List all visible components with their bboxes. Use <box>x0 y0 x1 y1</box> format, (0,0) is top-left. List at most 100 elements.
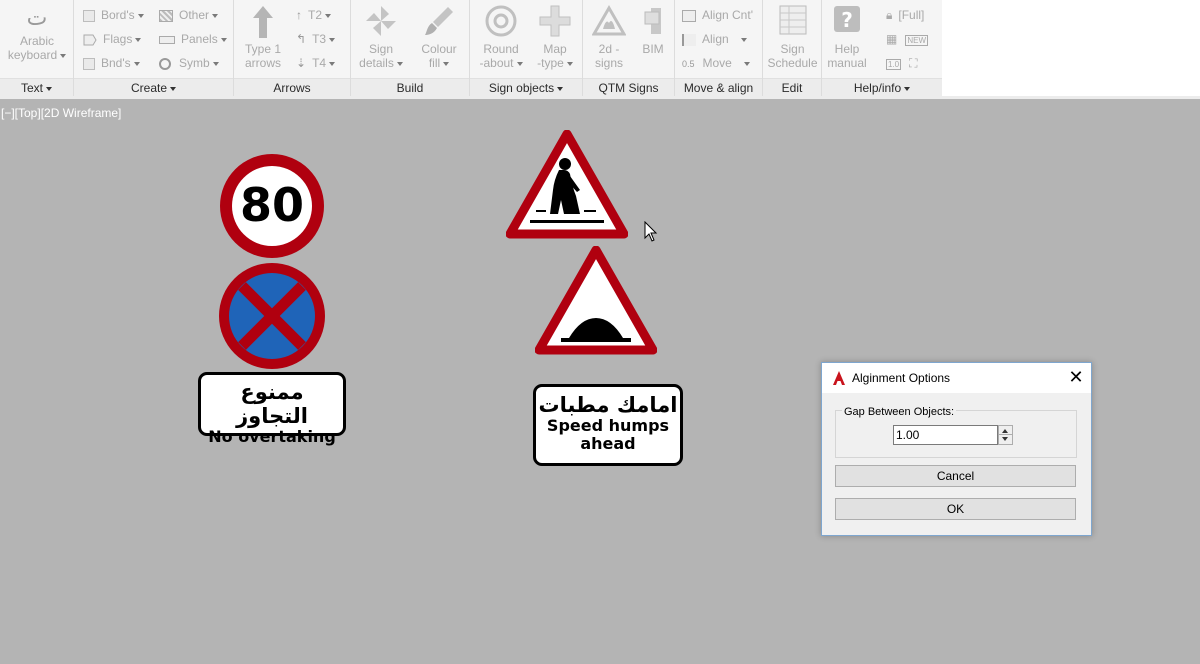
t3-arrow-icon: ↰ <box>296 32 307 46</box>
t3-button[interactable]: ↰ T3 <box>296 32 336 46</box>
bim-icon <box>635 4 671 42</box>
close-icon[interactable]: ✕ <box>1065 367 1087 389</box>
panel-title-arrows: Arrows <box>234 78 350 96</box>
bim-button[interactable]: BIM <box>635 4 671 56</box>
arabic-keyboard-icon: ت <box>26 6 48 31</box>
move-icon: 0.5 <box>682 59 695 69</box>
panel-move-align: Align Cnt' Align 0.5 Move Move & align <box>675 0 763 96</box>
panel-title-build: Build <box>351 78 469 96</box>
speed-humps-plate[interactable]: امامك مطبات Speed humps ahead <box>533 384 683 466</box>
help-icon: ? <box>826 4 868 42</box>
help-manual-label-1: Help <box>834 42 860 56</box>
cancel-button[interactable]: Cancel <box>835 465 1076 487</box>
schedule-table-icon <box>765 4 820 42</box>
gap-spinner[interactable] <box>998 425 1013 445</box>
pinwheel-icon <box>357 4 405 42</box>
viewport-controls-label[interactable]: [−][Top][2D Wireframe] <box>1 106 121 120</box>
dialog-title: Alginment Options <box>852 371 951 385</box>
panel-title-move-align: Move & align <box>675 78 762 96</box>
pedestrian-crossing-sign[interactable] <box>505 129 629 240</box>
no-stopping-graphic <box>219 263 325 369</box>
roundabout-button[interactable]: Round -about <box>476 4 526 70</box>
bnds-button[interactable]: Bnd's <box>83 56 140 70</box>
align-center-icon <box>682 9 696 22</box>
colour-fill-label-1: Colour <box>421 42 457 56</box>
panel-create: Bord's Flags Bnd's Other Panels Symb Cre… <box>74 0 234 96</box>
scale-icon: 1.0 <box>886 59 902 70</box>
speed-humps-english-line2: ahead <box>580 434 636 453</box>
colour-fill-button[interactable]: Colour fill <box>413 4 465 70</box>
bim-label: BIM <box>642 42 664 56</box>
chevron-up-icon <box>1002 429 1008 433</box>
panel-sign-objects: Round -about Map -type Sign objects <box>470 0 583 96</box>
speed-limit-sign[interactable]: 80 <box>218 152 326 260</box>
alignment-options-dialog: A Alginment Options ✕ Gap Between Object… <box>821 362 1092 536</box>
panels-icon <box>159 35 175 44</box>
paintbrush-icon <box>413 4 465 42</box>
speed-humps-graphic <box>534 245 658 355</box>
bords-button[interactable]: Bord's <box>83 8 144 22</box>
move-button[interactable]: 0.5 Move <box>682 56 750 71</box>
bords-icon <box>83 9 95 22</box>
no-stopping-sign[interactable] <box>218 262 326 370</box>
spinner-up-button[interactable] <box>999 426 1012 435</box>
align-button[interactable]: Align <box>682 32 747 46</box>
pedestrian-crossing-graphic <box>505 129 629 239</box>
map-type-button[interactable]: Map -type <box>532 4 578 70</box>
t2-button[interactable]: ↑ T2 <box>296 8 332 22</box>
map-type-icon <box>532 4 578 42</box>
mouse-cursor-icon <box>644 220 658 248</box>
ok-button[interactable]: OK <box>835 498 1076 520</box>
speed-humps-sign[interactable] <box>534 245 658 356</box>
sign-schedule-label-2: Schedule <box>767 56 818 70</box>
bnds-icon <box>83 57 95 70</box>
panel-qtm-signs: 2d - signs BIM QTM Signs <box>583 0 675 96</box>
other-button[interactable]: Other <box>159 8 219 22</box>
panels-button[interactable]: Panels <box>159 32 227 46</box>
type1-label-1: Type 1 <box>244 42 282 56</box>
panel-title-sign-objects[interactable]: Sign objects <box>470 78 582 96</box>
t4-arrow-icon: ⇣ <box>296 56 307 70</box>
panel-title-edit: Edit <box>763 78 821 96</box>
arabic-keyboard-label-2: keyboard <box>6 48 68 62</box>
panel-title-text[interactable]: Text <box>0 78 73 96</box>
panel-title-help-info[interactable]: Help/info <box>822 78 942 96</box>
t2-arrow-icon: ↑ <box>296 8 302 22</box>
arabic-keyboard-button[interactable]: ت Arabic keyboard <box>6 4 68 62</box>
speed-humps-english-line1: Speed humps <box>546 416 670 435</box>
panel-text: ت Arabic keyboard Text <box>0 0 74 96</box>
full-button[interactable]: 🔒︎ [Full] <box>886 8 924 22</box>
symbol-icon <box>159 57 171 70</box>
sign-details-label-1: Sign <box>368 42 394 56</box>
signs-2d-label-2: signs <box>594 56 623 70</box>
map-type-label-1: Map <box>543 42 567 56</box>
symb-button[interactable]: Symb <box>159 56 219 70</box>
signs-2d-button[interactable]: 2d - signs <box>589 4 629 70</box>
sign-schedule-button[interactable]: Sign Schedule <box>765 4 820 70</box>
gap-input[interactable] <box>893 425 998 445</box>
no-overtaking-plate[interactable]: ممنوع التجاوز No overtaking <box>198 372 346 446</box>
autocad-app-icon: A <box>832 370 846 386</box>
roundabout-icon <box>476 4 526 42</box>
ribbon-empty-area <box>942 0 1200 96</box>
map-type-label-2: -type <box>532 56 578 70</box>
flags-button[interactable]: Flags <box>83 32 142 46</box>
panel-title-qtm-signs: QTM Signs <box>583 78 674 96</box>
help-manual-label-2: manual <box>827 56 867 70</box>
type1-label-2: arrows <box>244 56 281 70</box>
type1-arrows-button[interactable]: Type 1 arrows <box>240 4 286 70</box>
dialog-titlebar[interactable]: A Alginment Options ✕ <box>822 363 1091 393</box>
ribbon: ت Arabic keyboard Text Bord's Flags Bnd'… <box>0 0 942 96</box>
sign-schedule-label-1: Sign <box>780 42 805 56</box>
panel-title-create[interactable]: Create <box>74 78 233 96</box>
flag-icon <box>83 34 97 46</box>
spinner-down-button[interactable] <box>999 435 1012 444</box>
t4-button[interactable]: ⇣ T4 <box>296 56 336 70</box>
grid-button[interactable]: ▦ NEW <box>886 32 929 48</box>
align-cnt-button[interactable]: Align Cnt' <box>682 8 753 22</box>
colour-fill-label-2: fill <box>413 56 465 70</box>
scale-button[interactable]: 1.0 ⛶ <box>886 56 918 72</box>
extents-icon: ⛶ <box>909 56 918 70</box>
sign-details-button[interactable]: Sign details <box>357 4 405 70</box>
help-manual-button[interactable]: ? Help manual <box>826 4 868 70</box>
